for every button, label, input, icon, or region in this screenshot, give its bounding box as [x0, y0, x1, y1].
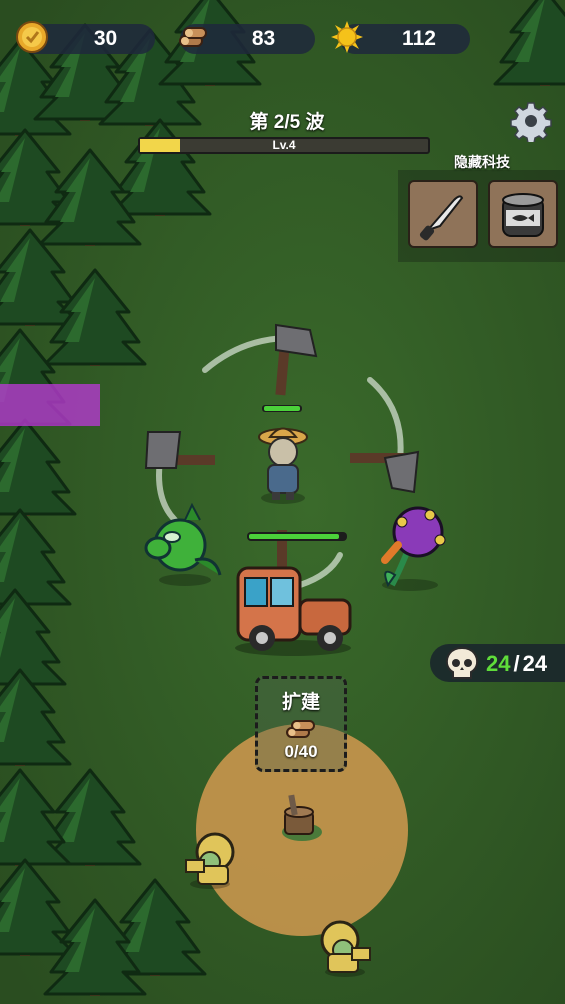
skull-icon	[445, 646, 479, 679]
level-label: Lv.4	[272, 138, 296, 152]
kill-count-current: 24	[486, 651, 511, 676]
tech-slot-canned-fish[interactable]	[488, 180, 558, 248]
wood-logs-icon	[286, 720, 315, 738]
tech-slot-knife[interactable]	[408, 180, 478, 248]
spawn-glow	[0, 384, 100, 426]
wood-value: 83	[251, 27, 276, 50]
sun-energy-icon	[331, 21, 363, 53]
expand-cost-progress: 0/40	[284, 742, 318, 761]
hidden-tech-title: 隐藏科技	[454, 154, 510, 170]
canned-fish-icon	[502, 193, 544, 237]
knife-icon	[419, 195, 464, 241]
gold-value: 30	[93, 27, 118, 50]
expand-build-button[interactable]: 扩建 0/40	[255, 676, 347, 772]
wood-logs-icon	[179, 27, 207, 47]
wave-progress-bar: Lv.4	[138, 137, 430, 154]
energy-value: 112	[402, 27, 436, 50]
kill-count-separator: /	[513, 651, 520, 676]
settings-gear-icon[interactable]	[510, 100, 552, 142]
gold-coin-icon	[16, 21, 48, 53]
kill-count-text: 24/24	[486, 651, 547, 677]
kill-count-total: 24	[522, 651, 548, 676]
resource-bar: 30 83 112	[0, 0, 565, 64]
wave-title: 第 2/5 波	[249, 112, 325, 133]
expand-label: 扩建	[281, 692, 320, 713]
